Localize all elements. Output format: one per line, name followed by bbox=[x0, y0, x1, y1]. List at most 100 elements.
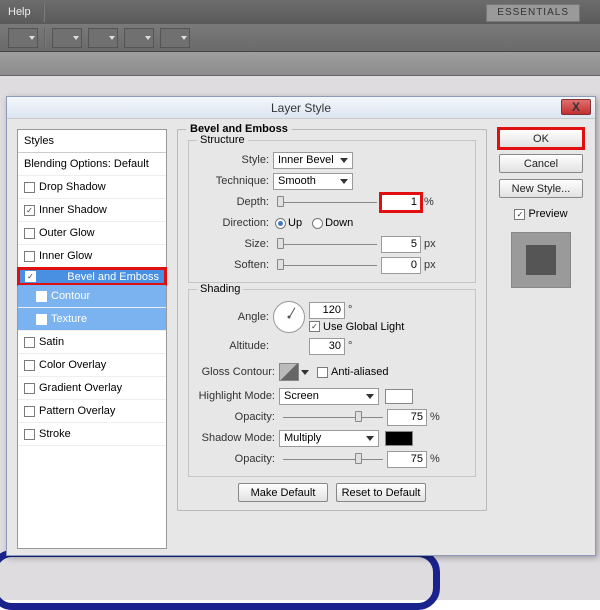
bevel-emboss-group: Bevel and Emboss Structure Style: Inner … bbox=[177, 129, 487, 511]
style-label: Texture bbox=[51, 313, 87, 325]
global-light-checkbox[interactable]: ✓ bbox=[309, 321, 320, 332]
dialog-titlebar[interactable]: Layer Style X bbox=[7, 97, 595, 119]
technique-label: Technique: bbox=[197, 175, 273, 187]
style-row-inner-glow[interactable]: Inner Glow bbox=[18, 245, 166, 268]
menu-help[interactable]: Help bbox=[8, 6, 31, 18]
depth-input[interactable]: 1 bbox=[381, 194, 421, 211]
dialog-title: Layer Style bbox=[271, 101, 331, 115]
toolbar-btn-4[interactable] bbox=[124, 28, 154, 48]
preview-checkbox[interactable]: ✓ bbox=[514, 209, 525, 220]
shading-group: Shading Angle: 120 ° ✓Use Global Light bbox=[188, 289, 476, 477]
toolbar-btn-2[interactable] bbox=[52, 28, 82, 48]
cancel-button[interactable]: Cancel bbox=[499, 154, 583, 173]
highlight-opacity-label: Opacity: bbox=[197, 411, 279, 423]
dialog-buttons-panel: OK Cancel New Style... ✓Preview bbox=[497, 129, 585, 545]
size-input[interactable]: 5 bbox=[381, 236, 421, 253]
style-checkbox[interactable] bbox=[24, 228, 35, 239]
highlight-mode-select[interactable]: Screen bbox=[279, 388, 379, 405]
style-checkbox[interactable] bbox=[24, 383, 35, 394]
shadow-mode-select[interactable]: Multiply bbox=[279, 430, 379, 447]
style-checkbox[interactable]: ✓ bbox=[24, 205, 35, 216]
technique-select[interactable]: Smooth bbox=[273, 173, 353, 190]
structure-group: Structure Style: Inner Bevel Technique: … bbox=[188, 140, 476, 283]
style-label: Style: bbox=[197, 154, 273, 166]
style-row-bevel-and-emboss[interactable]: ✓ Bevel and Emboss bbox=[18, 268, 166, 285]
new-style-button[interactable]: New Style... bbox=[499, 179, 583, 198]
style-row-satin[interactable]: Satin bbox=[18, 331, 166, 354]
reset-default-button[interactable]: Reset to Default bbox=[336, 483, 426, 502]
angle-input[interactable]: 120 bbox=[309, 302, 345, 319]
soften-unit: px bbox=[421, 259, 439, 271]
preview-label: Preview bbox=[528, 208, 567, 220]
style-value: Inner Bevel bbox=[278, 154, 334, 166]
structure-title: Structure bbox=[197, 134, 248, 146]
toolbar-sep bbox=[44, 28, 46, 48]
style-select[interactable]: Inner Bevel bbox=[273, 152, 353, 169]
size-slider[interactable] bbox=[277, 241, 377, 247]
highlight-mode-label: Highlight Mode: bbox=[197, 390, 279, 402]
highlight-mode-value: Screen bbox=[284, 390, 319, 402]
style-row-stroke[interactable]: Stroke bbox=[18, 423, 166, 446]
shadow-opacity-unit: % bbox=[427, 453, 445, 465]
direction-up-radio[interactable] bbox=[275, 218, 286, 229]
close-button[interactable]: X bbox=[561, 99, 591, 115]
workspace-essentials[interactable]: ESSENTIALS bbox=[486, 4, 580, 22]
ok-button[interactable]: OK bbox=[499, 129, 583, 148]
style-row-outer-glow[interactable]: Outer Glow bbox=[18, 222, 166, 245]
styles-list: Styles Blending Options: Default Drop Sh… bbox=[17, 129, 167, 549]
blending-options-row[interactable]: Blending Options: Default bbox=[18, 153, 166, 176]
style-label: Bevel and Emboss bbox=[67, 271, 159, 283]
style-row-drop-shadow[interactable]: Drop Shadow bbox=[18, 176, 166, 199]
shadow-color-swatch[interactable] bbox=[385, 431, 413, 446]
direction-down-radio[interactable] bbox=[312, 218, 323, 229]
depth-unit: % bbox=[421, 196, 439, 208]
style-checkbox[interactable]: ✓ bbox=[25, 271, 36, 282]
style-checkbox[interactable] bbox=[24, 251, 35, 262]
style-row-inner-shadow[interactable]: ✓Inner Shadow bbox=[18, 199, 166, 222]
angle-dial[interactable] bbox=[273, 301, 305, 333]
close-icon: X bbox=[572, 100, 580, 114]
style-row-color-overlay[interactable]: Color Overlay bbox=[18, 354, 166, 377]
options-bar bbox=[0, 52, 600, 76]
styles-header[interactable]: Styles bbox=[18, 130, 166, 153]
gloss-contour-picker[interactable] bbox=[279, 363, 299, 381]
anti-aliased-checkbox[interactable] bbox=[317, 367, 328, 378]
style-label: Inner Glow bbox=[39, 250, 92, 262]
style-label: Contour bbox=[51, 290, 90, 302]
toolbar-btn-5[interactable] bbox=[160, 28, 190, 48]
style-checkbox[interactable] bbox=[24, 182, 35, 193]
effect-panel: Bevel and Emboss Structure Style: Inner … bbox=[177, 129, 487, 545]
soften-slider[interactable] bbox=[277, 262, 377, 268]
highlight-color-swatch[interactable] bbox=[385, 389, 413, 404]
depth-slider[interactable] bbox=[277, 199, 377, 205]
style-checkbox[interactable] bbox=[36, 291, 47, 302]
style-row-gradient-overlay[interactable]: Gradient Overlay bbox=[18, 377, 166, 400]
style-row-contour[interactable]: Contour bbox=[18, 285, 166, 308]
chevron-down-icon bbox=[301, 370, 309, 375]
make-default-button[interactable]: Make Default bbox=[238, 483, 328, 502]
shading-title: Shading bbox=[197, 283, 243, 295]
shadow-opacity-label: Opacity: bbox=[197, 453, 279, 465]
gloss-contour-label: Gloss Contour: bbox=[197, 366, 279, 378]
toolbar-btn-3[interactable] bbox=[88, 28, 118, 48]
direction-up-label: Up bbox=[288, 217, 302, 229]
toolbar: ESSENTIALS bbox=[0, 24, 600, 52]
toolbar-btn-1[interactable] bbox=[8, 28, 38, 48]
shadow-opacity-slider[interactable] bbox=[283, 456, 383, 462]
shadow-mode-label: Shadow Mode: bbox=[197, 432, 279, 444]
style-label: Pattern Overlay bbox=[39, 405, 115, 417]
preview-swatch bbox=[511, 232, 571, 288]
style-checkbox[interactable] bbox=[24, 360, 35, 371]
style-row-pattern-overlay[interactable]: Pattern Overlay bbox=[18, 400, 166, 423]
style-checkbox[interactable] bbox=[24, 429, 35, 440]
style-checkbox[interactable] bbox=[36, 314, 47, 325]
highlight-opacity-unit: % bbox=[427, 411, 445, 423]
highlight-opacity-input[interactable]: 75 bbox=[387, 409, 427, 426]
altitude-input[interactable]: 30 bbox=[309, 338, 345, 355]
style-checkbox[interactable] bbox=[24, 337, 35, 348]
shadow-opacity-input[interactable]: 75 bbox=[387, 451, 427, 468]
style-checkbox[interactable] bbox=[24, 406, 35, 417]
soften-input[interactable]: 0 bbox=[381, 257, 421, 274]
highlight-opacity-slider[interactable] bbox=[283, 414, 383, 420]
style-row-texture[interactable]: Texture bbox=[18, 308, 166, 331]
